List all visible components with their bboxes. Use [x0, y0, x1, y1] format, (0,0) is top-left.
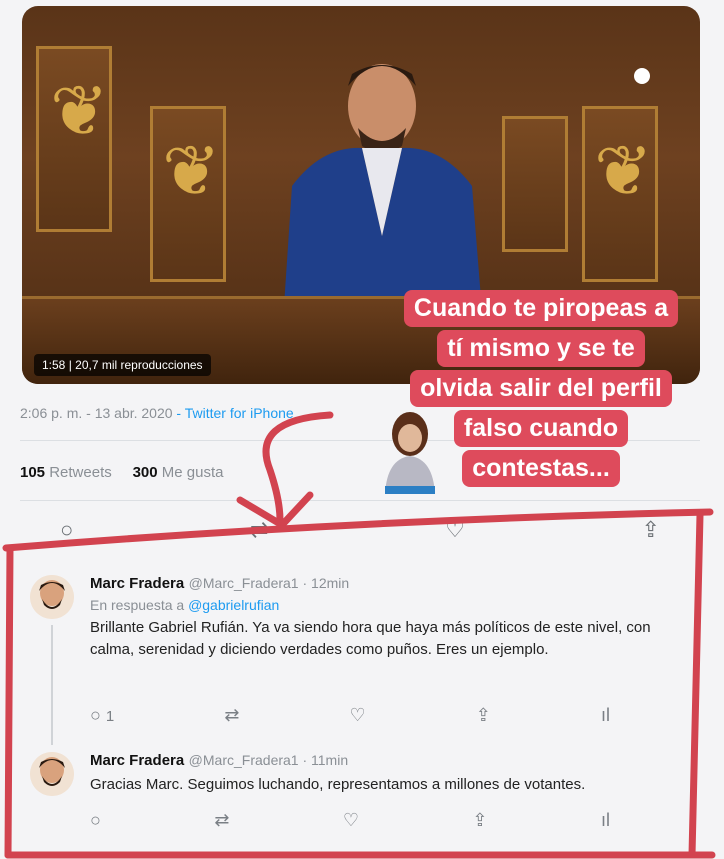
tweet-text: Gracias Marc. Seguimos luchando, represe…: [90, 776, 586, 793]
reply-context: En respuesta a @gabrielrufian: [90, 597, 690, 613]
laurel-ornament: ❦: [594, 130, 653, 212]
author-name[interactable]: Marc Fradera: [90, 575, 184, 592]
author-handle: @Marc_Fradera1 · 12min: [188, 575, 350, 591]
tweet-text: Brillante Gabriel Rufián. Ya va siendo h…: [90, 619, 651, 658]
share-icon[interactable]: ⇪: [476, 705, 491, 726]
laurel-ornament: ❦: [162, 130, 221, 212]
retweet-icon[interactable]: ⇄: [250, 517, 268, 543]
likes-count: 300: [132, 464, 158, 481]
light-spot: [634, 68, 650, 84]
avatar[interactable]: [30, 575, 74, 619]
main-tweet-actions: ○ ⇄ ♡ ⇪: [60, 517, 660, 543]
thread-line: [51, 625, 53, 745]
reply-tweet[interactable]: Marc Fradera @Marc_Fradera1 · 11min Grac…: [20, 752, 700, 852]
likes-label[interactable]: Me gusta: [162, 464, 224, 481]
reply-icon[interactable]: ○ 1: [90, 705, 114, 726]
reply-tweet[interactable]: Marc Fradera @Marc_Fradera1 · 12min En r…: [20, 575, 700, 745]
reply-to-link[interactable]: @gabrielrufian: [188, 597, 279, 613]
retweet-icon[interactable]: ⇄: [224, 705, 239, 726]
like-icon[interactable]: ♡: [343, 810, 359, 831]
reply-icon[interactable]: ○: [60, 517, 73, 543]
caption-line: tí mismo y se te: [437, 330, 645, 367]
analytics-icon[interactable]: ıl: [601, 705, 610, 726]
like-icon[interactable]: ♡: [350, 705, 366, 726]
like-icon[interactable]: ♡: [445, 517, 465, 543]
share-icon[interactable]: ⇪: [642, 517, 660, 543]
tweet-timestamp: 2:06 p. m. - 13 abr. 2020 - Twitter for …: [20, 405, 294, 421]
caption-line: Cuando te piropeas a: [403, 290, 679, 327]
retweets-count: 105: [20, 464, 46, 481]
avatar[interactable]: [30, 752, 74, 796]
caption-line: falso cuando: [453, 410, 629, 447]
wall-panel: [502, 116, 568, 252]
reply-actions: ○ 1 ⇄ ♡ ⇪ ıl: [90, 705, 610, 726]
source-link[interactable]: - Twitter for iPhone: [173, 405, 293, 421]
retweet-icon[interactable]: ⇄: [214, 810, 229, 831]
share-icon[interactable]: ⇪: [472, 810, 487, 831]
reply-prefix: En respuesta a: [90, 597, 189, 613]
analytics-icon[interactable]: ıl: [601, 810, 610, 831]
reply-icon[interactable]: ○: [90, 810, 101, 831]
author-name[interactable]: Marc Fradera: [90, 752, 184, 769]
timestamp-text: 2:06 p. m. - 13 abr. 2020: [20, 405, 173, 421]
engagement-counts: 105 Retweets 300 Me gusta: [20, 464, 223, 481]
author-handle: @Marc_Fradera1 · 11min: [188, 752, 349, 768]
retweets-label[interactable]: Retweets: [49, 464, 112, 481]
meme-caption: Cuando te piropeas a tí mismo y se te ol…: [386, 290, 696, 490]
caption-line: olvida salir del perfil: [410, 370, 672, 407]
video-stats: 1:58 | 20,7 mil reproducciones: [34, 354, 211, 376]
annotation-arrow: [262, 411, 334, 524]
reply-actions: ○ ⇄ ♡ ⇪ ıl: [90, 810, 610, 831]
caption-line: contestas...: [462, 450, 620, 487]
laurel-ornament: ❦: [50, 70, 109, 152]
reply-count: 1: [105, 708, 115, 725]
divider: [20, 500, 700, 501]
annotation-box-left: [4, 544, 14, 859]
